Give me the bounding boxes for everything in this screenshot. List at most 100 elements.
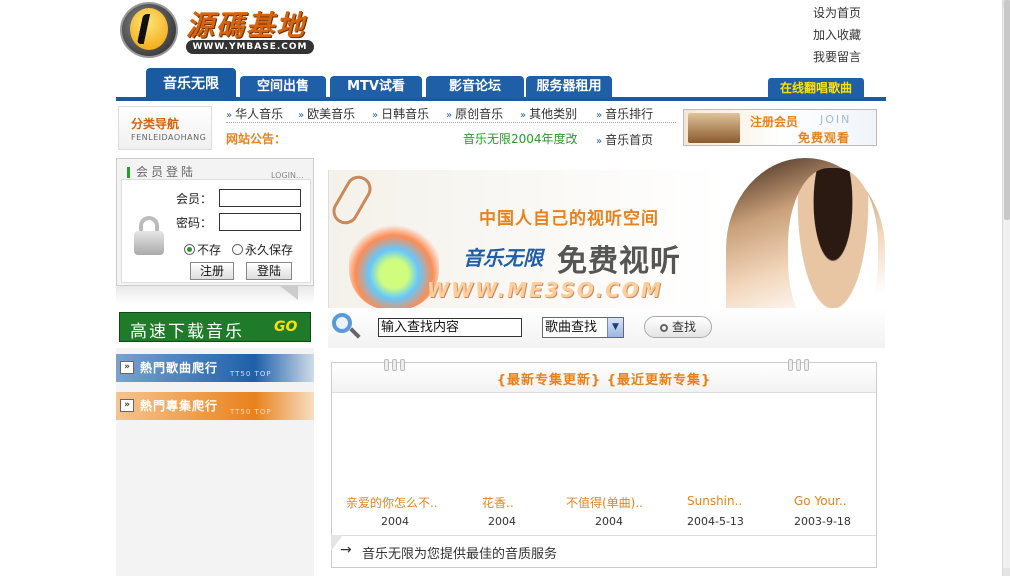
logo-emblem-icon	[120, 2, 178, 58]
album-panel-header: {最新专集更新} {最近更新专集}	[332, 359, 876, 393]
right-arrow-icon: →	[340, 542, 352, 558]
leave-message-link[interactable]: 我要留言	[813, 46, 861, 68]
join-line1: 注册会员	[750, 115, 799, 129]
go-label: GO	[274, 319, 298, 335]
album-title[interactable]: Sunshin..	[687, 494, 742, 508]
user-label: 会员：	[176, 192, 213, 206]
category-subtitle: FENLEIDAOHANG	[131, 133, 207, 142]
hot-songs-bar[interactable]: » 熱門歌曲爬行 TT50 TOP	[116, 354, 314, 382]
tab-server-rental[interactable]: 服务器租用	[526, 76, 612, 98]
hot-songs-sub: TT50 TOP	[230, 370, 272, 378]
album-date: 2004	[381, 515, 409, 528]
lock-icon	[134, 216, 164, 256]
set-homepage-link[interactable]: 设为首页	[813, 2, 861, 24]
search-button[interactable]: 查找	[644, 316, 712, 338]
category-link[interactable]: » 华人音乐	[226, 105, 283, 122]
album-title[interactable]: 花香..	[482, 494, 514, 511]
login-button[interactable]: 登陆	[246, 262, 292, 280]
chevron-down-icon: ▼	[607, 318, 623, 337]
category-link[interactable]: » 欧美音乐	[298, 105, 355, 122]
arrow-icon: »	[596, 136, 603, 147]
login-panel: 会员登陆 LOGIN... 会员： 密码： 不存 永久保存 注册 登陆	[116, 158, 314, 286]
category-link[interactable]: » 音乐排行	[596, 105, 653, 122]
paperclip-icon	[327, 170, 377, 230]
footer-slogan: 音乐无限为您提供最佳的音质服务	[362, 547, 558, 562]
music-home-link[interactable]: » 音乐首页	[596, 131, 653, 148]
search-type-select[interactable]: 歌曲查找 ▼	[542, 317, 624, 338]
category-nav-badge: 分类导航 FENLEIDAOHANG	[118, 106, 212, 150]
double-arrow-icon: »	[120, 399, 134, 412]
arrow-icon: »	[446, 110, 453, 121]
arrow-icon: »	[596, 110, 603, 121]
album-updates-panel: {最新专集更新} {最近更新专集} 亲爱的你怎么不.. 2004 花香.. 20…	[331, 359, 877, 568]
category-links: » 华人音乐 » 欧美音乐 » 日韩音乐 » 原创音乐 » 其他类别 » 音乐排行	[226, 103, 676, 123]
site-logo[interactable]: 源碼基地 WWW.YMBASE.COM	[120, 2, 320, 58]
tab-mtv[interactable]: MTV试看	[330, 76, 422, 98]
hot-albums-title: 熱門專集爬行	[140, 399, 219, 413]
add-favorite-link[interactable]: 加入收藏	[813, 24, 861, 46]
banner-site: WWW.ME3SO.COM	[427, 278, 663, 302]
main-nav: 音乐无限 空间出售 MTV试看 影音论坛 服务器租用 在线翻唱歌曲	[116, 68, 886, 102]
join-line2: 免费观看	[798, 131, 851, 145]
banner-music: 音乐无限	[463, 246, 543, 270]
double-arrow-icon: »	[120, 361, 134, 374]
magnifier-icon	[332, 313, 361, 341]
notice-label: 网站公告：	[226, 132, 287, 146]
category-title: 分类导航	[131, 117, 180, 131]
page: 源碼基地 WWW.YMBASE.COM 设为首页 加入收藏 我要留言 音乐无限 …	[0, 0, 1010, 576]
scrollbar-thumb[interactable]	[1004, 0, 1010, 220]
tab-music[interactable]: 音乐无限	[146, 68, 236, 98]
banner-tagline: 中国人自己的视听空间	[479, 209, 659, 229]
album-panel-footer: → 音乐无限为您提供最佳的音质服务	[331, 535, 876, 567]
logo-url: WWW.YMBASE.COM	[186, 40, 314, 54]
album-panel-title: {最新专集更新} {最近更新专集}	[496, 373, 712, 388]
password-input[interactable]	[219, 213, 301, 231]
notice-marquee[interactable]: 音乐无限2004年度改	[463, 130, 578, 147]
scroll-down-icon[interactable]	[1003, 568, 1010, 576]
download-music-button[interactable]: 高速下载音乐 GO	[119, 312, 311, 342]
album-date: 2004	[488, 515, 516, 528]
album-title[interactable]: 不值得(单曲)..	[566, 494, 643, 511]
hot-songs-title: 熱門歌曲爬行	[140, 361, 219, 375]
category-link[interactable]: » 日韩音乐	[372, 105, 429, 122]
paint-splash-image	[349, 220, 439, 310]
category-link[interactable]: » 其他类别	[520, 105, 577, 122]
logo-title: 源碼基地	[186, 9, 307, 42]
arrow-icon: »	[520, 110, 527, 121]
sidebar-background	[116, 348, 314, 576]
join-line1-en: JOIN	[820, 113, 852, 126]
login-panel-shadow	[116, 286, 314, 304]
search-input[interactable]: 输入查找内容	[378, 318, 522, 337]
arrow-icon: »	[298, 110, 305, 121]
vertical-scrollbar[interactable]	[1002, 0, 1010, 576]
arrow-icon: »	[226, 110, 233, 121]
tab-forum[interactable]: 影音论坛	[426, 76, 524, 98]
album-date: 2003-9-18	[794, 515, 851, 528]
album-title[interactable]: Go Your..	[794, 494, 847, 508]
radio-unchecked-icon	[232, 244, 243, 255]
hero-banner: 中国人自己的视听空间 音乐无限 免费视听 WWW.ME3SO.COM	[327, 158, 885, 340]
banner-free: 免费视听	[557, 244, 681, 279]
category-link[interactable]: » 原创音乐	[446, 105, 503, 122]
album-date: 2004-5-13	[687, 515, 744, 528]
search-icon	[659, 324, 668, 332]
album-date: 2004	[595, 515, 623, 528]
tab-space-sale[interactable]: 空间出售	[240, 76, 326, 98]
username-input[interactable]	[219, 189, 301, 207]
search-bar: 输入查找内容 歌曲查找 ▼ 查找	[328, 308, 885, 348]
arrow-icon: »	[372, 110, 379, 121]
hot-albums-bar[interactable]: » 熱門專集爬行 TT50 TOP	[116, 392, 314, 420]
tab-online-cover[interactable]: 在线翻唱歌曲	[768, 78, 864, 98]
radio-no-save[interactable]: 不存	[184, 241, 221, 258]
banner-artwork: 中国人自己的视听空间 音乐无限 免费视听 WWW.ME3SO.COM	[327, 170, 720, 310]
album-title[interactable]: 亲爱的你怎么不..	[346, 494, 438, 511]
download-label: 高速下载音乐	[130, 322, 244, 342]
join-member-banner[interactable]: 注册会员 JOIN 免费观看	[683, 109, 877, 146]
hot-albums-sub: TT50 TOP	[230, 408, 272, 416]
top-links: 设为首页 加入收藏 我要留言	[813, 2, 861, 68]
join-banner-image	[688, 113, 740, 143]
login-title: 会员登陆	[127, 163, 196, 180]
password-label: 密码：	[176, 216, 213, 230]
register-button[interactable]: 注册	[190, 262, 234, 280]
radio-save-forever[interactable]: 永久保存	[232, 241, 293, 258]
